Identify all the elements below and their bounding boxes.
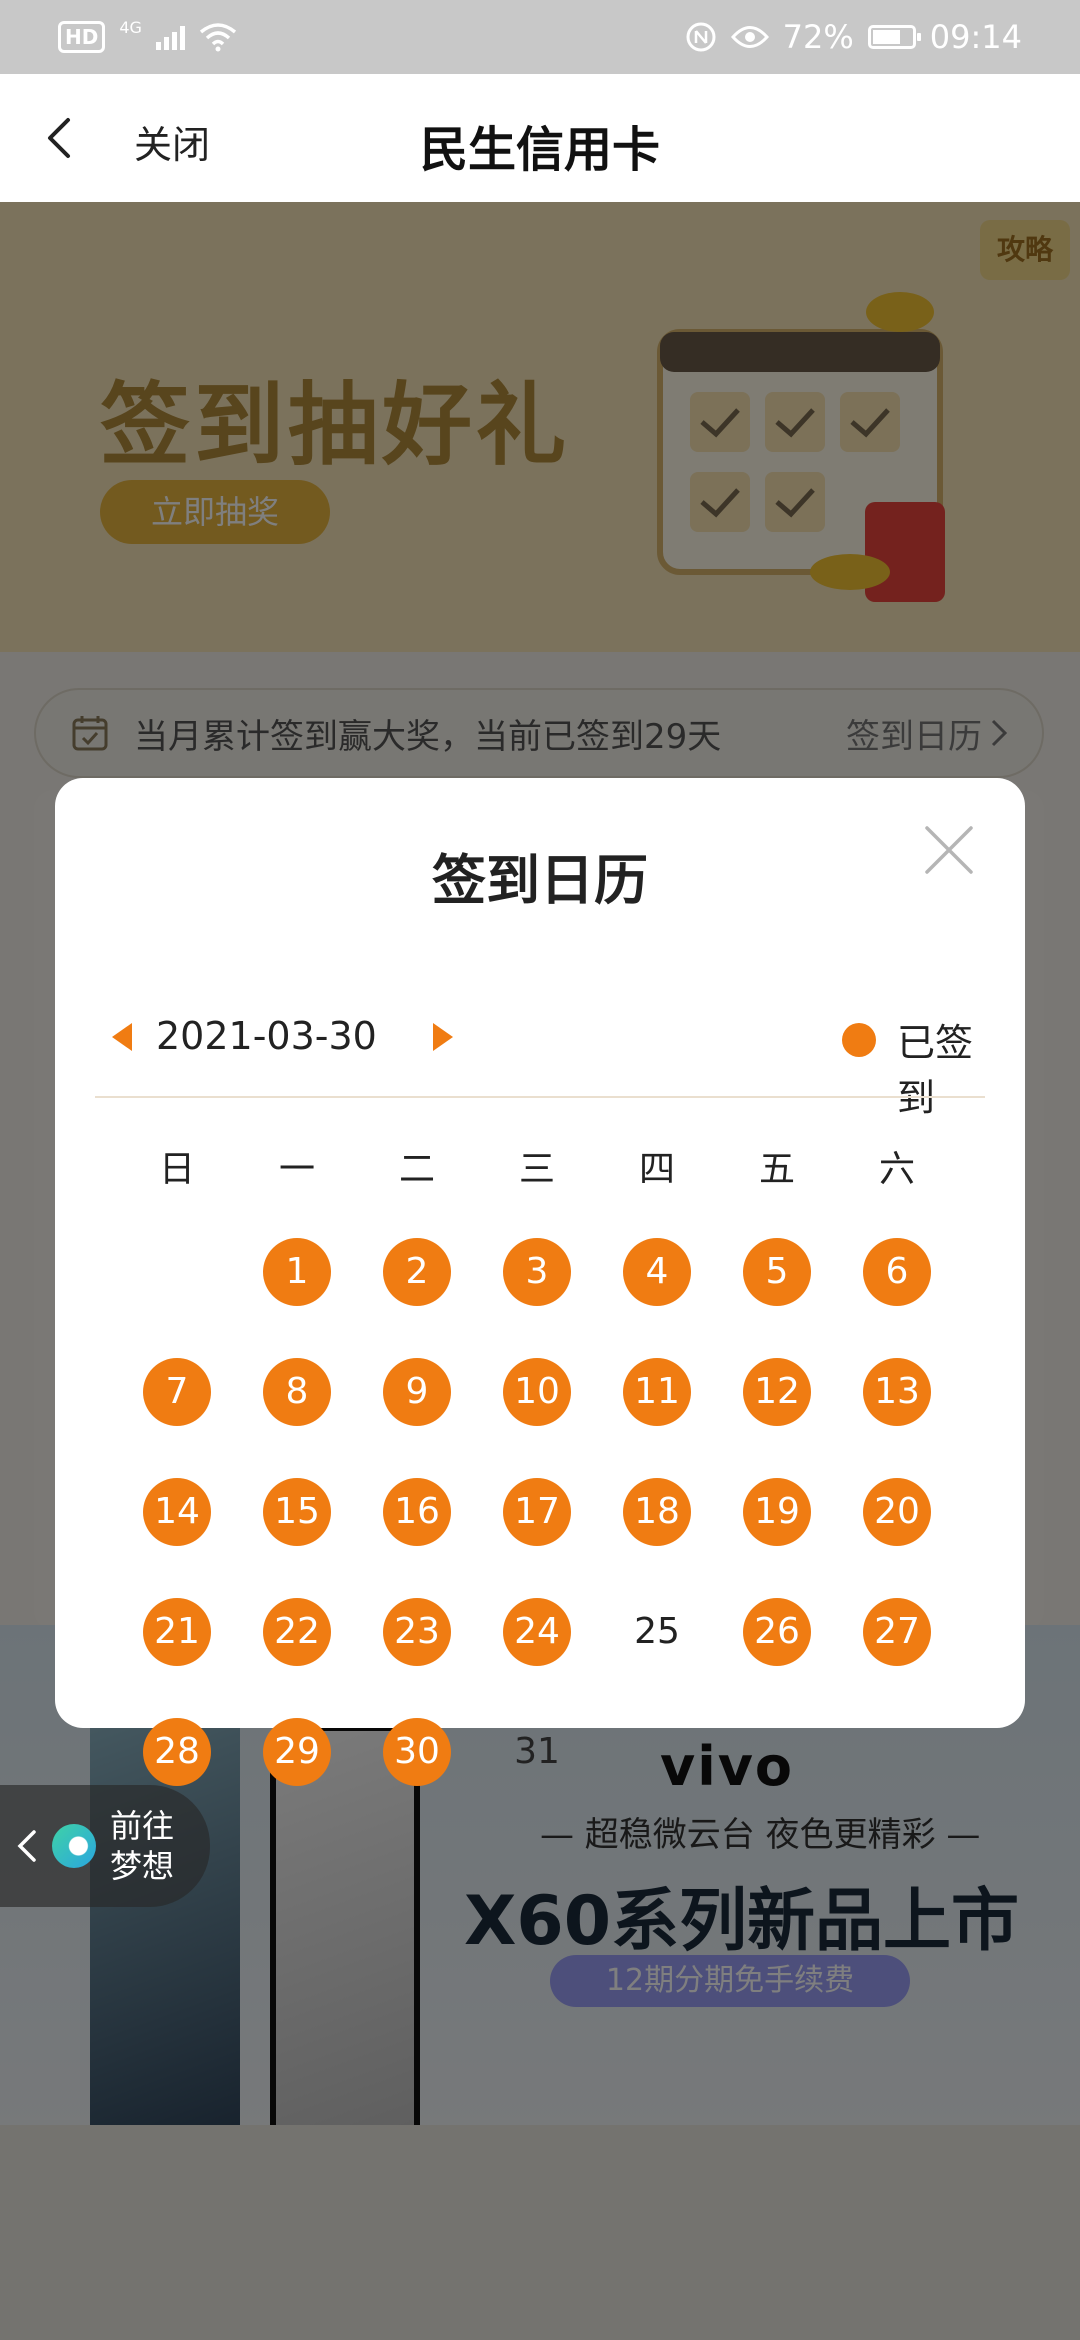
calendar-day-checked[interactable]: 11 <box>623 1358 691 1426</box>
calendar-day-checked[interactable]: 22 <box>263 1598 331 1666</box>
weekday-wed: 三 <box>518 1149 555 1190</box>
page-title: 民生信用卡 <box>419 122 660 178</box>
calendar-day-checked[interactable]: 5 <box>743 1238 811 1306</box>
clock: 09:14 <box>929 18 1022 56</box>
calendar-day-checked[interactable]: 26 <box>743 1598 811 1666</box>
calendar-day-checked[interactable]: 15 <box>263 1478 331 1546</box>
calendar-day-checked[interactable]: 18 <box>623 1478 691 1546</box>
calendar-day-checked[interactable]: 12 <box>743 1358 811 1426</box>
calendar-day-checked[interactable]: 21 <box>143 1598 211 1666</box>
goto-dream-label: 前往 梦想 <box>110 1806 190 1886</box>
calendar-day-checked[interactable]: 16 <box>383 1478 451 1546</box>
calendar-day-checked[interactable]: 3 <box>503 1238 571 1306</box>
calendar-day-checked[interactable]: 1 <box>263 1238 331 1306</box>
calendar-day-checked[interactable]: 13 <box>863 1358 931 1426</box>
calendar-day-checked[interactable]: 30 <box>383 1718 451 1786</box>
weekday-header: 日 一 二 三 四 五 六 <box>117 1140 959 1192</box>
calendar-day-checked[interactable]: 4 <box>623 1238 691 1306</box>
calendar-day-checked[interactable]: 19 <box>743 1478 811 1546</box>
weekday-tue: 二 <box>398 1149 435 1190</box>
calendar-day-checked[interactable]: 29 <box>263 1718 331 1786</box>
weekday-sun: 日 <box>158 1149 195 1190</box>
wifi-icon <box>199 23 237 52</box>
calendar-day-checked[interactable]: 2 <box>383 1238 451 1306</box>
next-month-arrow-icon[interactable] <box>431 1021 455 1053</box>
weekday-sat: 六 <box>878 1149 915 1190</box>
chevron-left-icon <box>17 1830 36 1862</box>
month-navigator: 2021-03-30 已签到 <box>110 1006 980 1120</box>
goto-dream-line1: 前往 <box>110 1807 175 1845</box>
dream-logo-icon <box>52 1824 96 1868</box>
close-icon[interactable] <box>923 824 975 876</box>
calendar-day-checked[interactable]: 24 <box>503 1598 571 1666</box>
calendar-day-checked[interactable]: 20 <box>863 1478 931 1546</box>
modal-title: 签到日历 <box>432 849 648 912</box>
hd-icon: HD <box>58 21 106 53</box>
prev-month-arrow-icon[interactable] <box>110 1021 134 1053</box>
weekday-thu: 四 <box>638 1149 675 1190</box>
calendar-day-checked[interactable]: 10 <box>503 1358 571 1426</box>
nfc-icon <box>686 22 716 52</box>
checked-legend-dot <box>842 1023 876 1057</box>
calendar-day[interactable]: 31 <box>503 1718 571 1786</box>
network-type: 4G <box>119 17 142 37</box>
calendar-day-checked[interactable]: 27 <box>863 1598 931 1666</box>
nav-bar: 关闭 民生信用卡 <box>0 74 1080 202</box>
current-date: 2021-03-30 <box>156 1014 377 1058</box>
signal-icon <box>155 24 185 50</box>
checkin-calendar-modal: 签到日历 2021-03-30 已签到 日 一 二 三 四 五 六 123456… <box>55 778 1025 1786</box>
weekday-fri: 五 <box>758 1149 795 1190</box>
calendar-day-checked[interactable]: 23 <box>383 1598 451 1666</box>
eye-icon <box>730 26 769 48</box>
calendar-day-checked[interactable]: 14 <box>143 1478 211 1546</box>
goto-dream-button[interactable]: 前往 梦想 <box>0 1785 210 1907</box>
status-bar: HD 4G 72% 09:14 <box>0 0 1080 74</box>
status-bar-right: 72% 09:14 <box>685 18 1022 56</box>
calendar-day-checked[interactable]: 6 <box>863 1238 931 1306</box>
goto-dream-line2: 梦想 <box>110 1847 175 1885</box>
calendar-day-checked[interactable]: 28 <box>143 1718 211 1786</box>
battery-percent: 72% <box>782 18 854 56</box>
calendar-day[interactable]: 25 <box>623 1598 691 1666</box>
calendar-day-checked[interactable]: 8 <box>263 1358 331 1426</box>
checked-legend-label: 已签到 <box>897 1021 974 1120</box>
weekday-mon: 一 <box>278 1149 315 1190</box>
calendar-day-checked[interactable]: 7 <box>143 1358 211 1426</box>
divider <box>95 1096 985 1098</box>
battery-icon <box>867 25 921 49</box>
calendar-day-checked[interactable]: 9 <box>383 1358 451 1426</box>
status-bar-left: HD 4G <box>58 17 237 53</box>
calendar-day-checked[interactable]: 17 <box>503 1478 571 1546</box>
